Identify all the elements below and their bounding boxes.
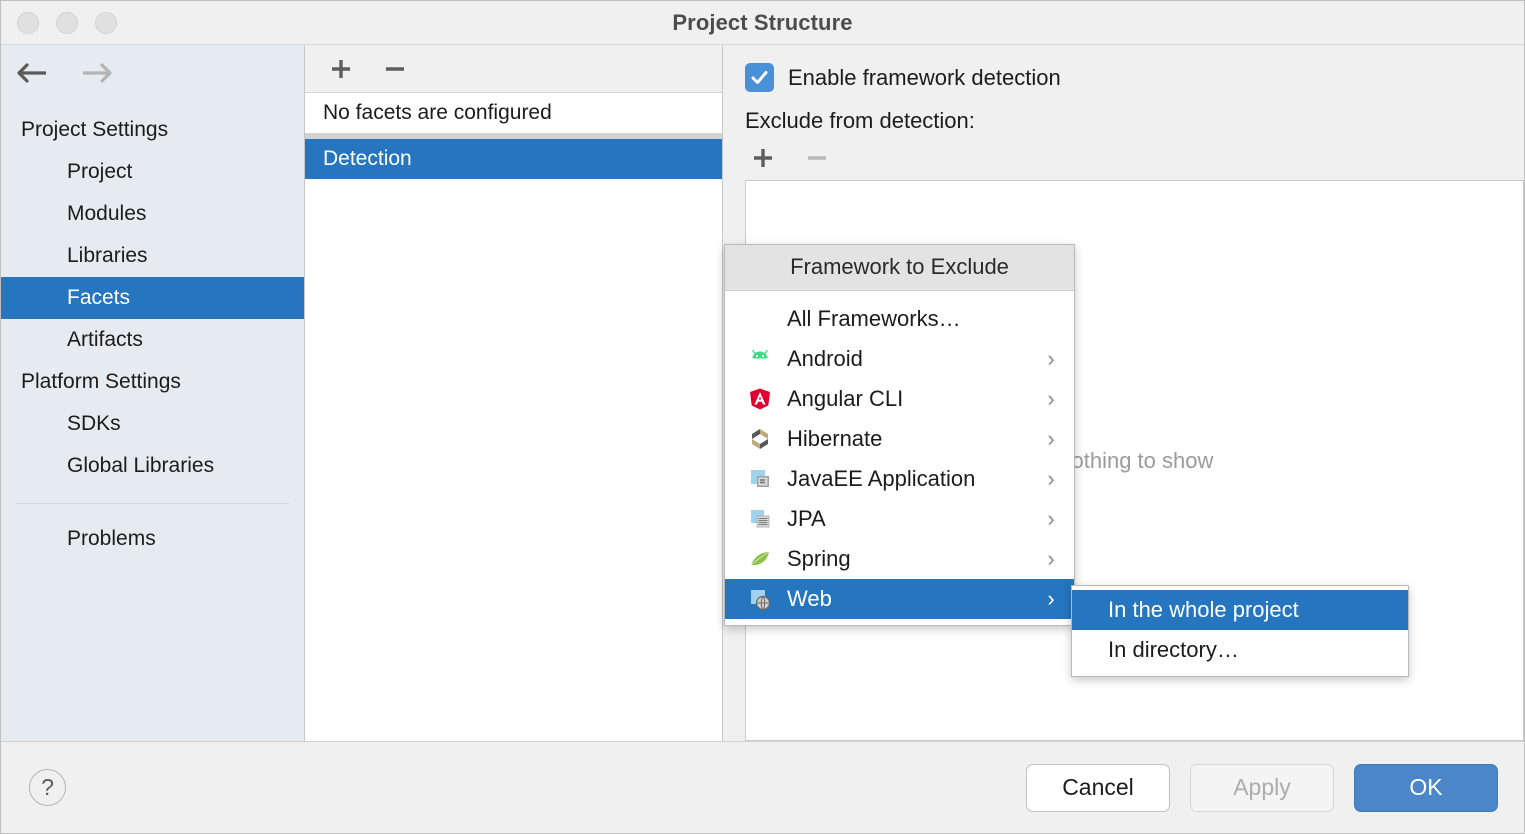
hibernate-icon xyxy=(747,426,773,452)
android-icon xyxy=(747,346,773,372)
arrow-left-icon[interactable] xyxy=(15,60,53,86)
exclusions-empty-text: Nothing to show xyxy=(1055,447,1214,473)
menu-item-all-frameworks[interactable]: All Frameworks… xyxy=(725,299,1074,339)
exclude-toolbar xyxy=(723,134,1524,180)
chevron-right-icon: › xyxy=(1047,426,1055,451)
submenu-item-in-directory[interactable]: In directory… xyxy=(1072,630,1408,670)
chevron-right-icon: › xyxy=(1047,546,1055,571)
sidebar-item-global-libraries[interactable]: Global Libraries xyxy=(1,445,304,487)
menu-header: Framework to Exclude xyxy=(725,245,1074,291)
sidebar-item-modules[interactable]: Modules xyxy=(1,193,304,235)
window-title: Project Structure xyxy=(672,9,853,35)
menu-item-label: JavaEE Application xyxy=(787,466,976,491)
menu-item-label: JPA xyxy=(787,506,826,531)
remove-exclusion-button[interactable] xyxy=(803,144,831,172)
menu-item-label: Web xyxy=(787,586,832,611)
facets-toolbar xyxy=(305,45,722,93)
enable-detection-label: Enable framework detection xyxy=(788,64,1061,90)
help-button[interactable]: ? xyxy=(29,769,66,806)
project-structure-dialog: Project Structure Project Settings Proje… xyxy=(0,0,1525,834)
enable-detection-row[interactable]: Enable framework detection xyxy=(723,45,1524,92)
spring-icon xyxy=(747,546,773,572)
web-icon xyxy=(747,586,773,612)
chevron-right-icon: › xyxy=(1047,386,1055,411)
arrow-right-icon[interactable] xyxy=(79,60,117,86)
facets-panel: No facets are configured Detection xyxy=(305,45,723,741)
cancel-button[interactable]: Cancel xyxy=(1026,763,1170,812)
sidebar-group-platform-settings: Platform Settings xyxy=(21,370,181,393)
sidebar-item-libraries[interactable]: Libraries xyxy=(1,235,304,277)
facets-list: No facets are configured Detection xyxy=(305,93,722,741)
menu-item-android[interactable]: Android › xyxy=(725,339,1074,379)
menu-item-jpa[interactable]: JPA › xyxy=(725,499,1074,539)
navigation-arrows xyxy=(1,45,304,101)
menu-item-angular-cli[interactable]: Angular CLI › xyxy=(725,379,1074,419)
javaee-icon xyxy=(747,466,773,492)
menu-item-label: Spring xyxy=(787,546,851,571)
menu-item-web[interactable]: Web › xyxy=(725,579,1074,619)
title-bar: Project Structure xyxy=(1,1,1524,45)
chevron-right-icon: › xyxy=(1047,506,1055,531)
menu-item-label: Angular CLI xyxy=(787,386,904,411)
jpa-icon xyxy=(747,506,773,532)
add-facet-button[interactable] xyxy=(327,55,355,83)
angular-icon xyxy=(747,386,773,412)
sidebar-group-project-settings: Project Settings xyxy=(21,118,169,141)
menu-items: All Frameworks… Android › Angular CLI › … xyxy=(725,291,1074,625)
settings-sidebar: Project Settings Project Modules Librari… xyxy=(1,45,305,741)
enable-detection-checkbox[interactable] xyxy=(745,63,774,92)
chevron-right-icon: › xyxy=(1047,466,1055,491)
menu-item-javaee-application[interactable]: JavaEE Application › xyxy=(725,459,1074,499)
sidebar-item-problems[interactable]: Problems xyxy=(1,518,304,560)
web-submenu: In the whole project In directory… xyxy=(1071,585,1409,677)
menu-item-label: Hibernate xyxy=(787,426,883,451)
facets-empty-row: No facets are configured xyxy=(323,101,552,124)
exclude-from-detection-label: Exclude from detection: xyxy=(745,108,975,133)
apply-button[interactable]: Apply xyxy=(1190,763,1334,812)
framework-to-exclude-menu: Framework to Exclude All Frameworks… And… xyxy=(724,244,1075,626)
settings-tree: Project Settings Project Modules Librari… xyxy=(1,101,304,560)
ok-button[interactable]: OK xyxy=(1354,763,1498,812)
remove-facet-button[interactable] xyxy=(381,55,409,83)
dialog-footer: ? Cancel Apply OK xyxy=(1,741,1524,833)
chevron-right-icon: › xyxy=(1047,586,1055,611)
sidebar-item-project[interactable]: Project xyxy=(1,151,304,193)
add-exclusion-button[interactable] xyxy=(749,144,777,172)
menu-item-spring[interactable]: Spring › xyxy=(725,539,1074,579)
dialog-body: Project Settings Project Modules Librari… xyxy=(1,45,1524,741)
facets-row-detection[interactable]: Detection xyxy=(305,139,722,179)
menu-item-hibernate[interactable]: Hibernate › xyxy=(725,419,1074,459)
submenu-item-in-the-whole-project[interactable]: In the whole project xyxy=(1072,590,1408,630)
chevron-right-icon: › xyxy=(1047,346,1055,371)
menu-item-label: All Frameworks… xyxy=(787,306,961,331)
sidebar-divider xyxy=(16,503,289,504)
sidebar-item-artifacts[interactable]: Artifacts xyxy=(1,319,304,361)
sidebar-item-sdks[interactable]: SDKs xyxy=(1,403,304,445)
menu-item-label: Android xyxy=(787,346,863,371)
no-icon xyxy=(747,306,773,332)
sidebar-item-facets[interactable]: Facets xyxy=(1,277,304,319)
